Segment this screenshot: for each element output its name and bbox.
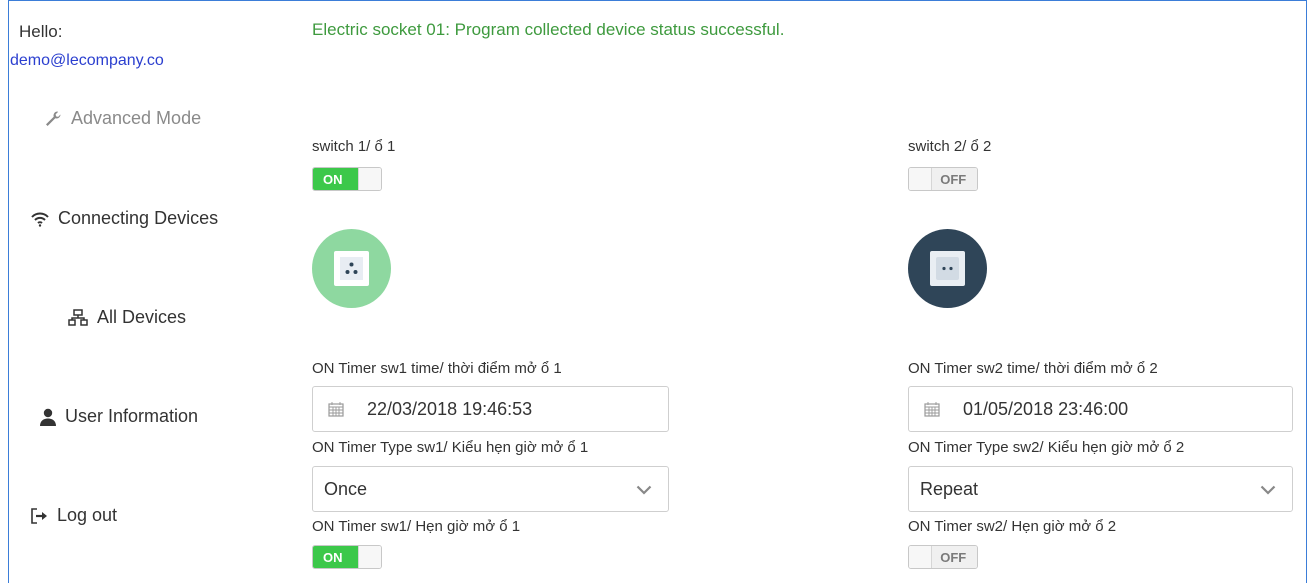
sidebar-item-label: Advanced Mode xyxy=(71,108,202,128)
timer-1-type-select[interactable]: Once xyxy=(312,466,669,512)
sidebar-item-log-out[interactable]: Log out xyxy=(30,505,117,526)
switch-1-label: switch 1/ ổ 1 xyxy=(312,138,396,155)
timer-2-type-value: Repeat xyxy=(920,478,979,499)
sidebar-item-user-information[interactable]: User Information xyxy=(40,406,198,427)
network-icon xyxy=(68,308,88,327)
sidebar-item-connecting-devices[interactable]: Connecting Devices xyxy=(31,208,218,229)
timer-2-time-value: 01/05/2018 23:46:00 xyxy=(963,398,1129,419)
status-message: Electric socket 01: Program collected de… xyxy=(312,20,785,39)
logout-icon xyxy=(30,507,48,524)
toggle-state-text: OFF xyxy=(932,168,977,190)
user-email: demo@lecompany.co xyxy=(10,52,164,69)
sidebar-item-label: Log out xyxy=(57,505,118,525)
timer-2-time-input[interactable]: 01/05/2018 23:46:00 xyxy=(908,386,1293,432)
wifi-icon xyxy=(31,211,49,227)
toggle-knob xyxy=(909,546,933,568)
timer-1-enable-toggle[interactable]: ON xyxy=(312,545,382,569)
sidebar-item-label: Connecting Devices xyxy=(58,208,219,228)
wrench-icon xyxy=(44,110,62,128)
chevron-down-icon xyxy=(1260,479,1276,500)
toggle-state-text: OFF xyxy=(932,546,977,568)
timer-1-type-label: ON Timer Type sw1/ Kiểu hẹn giờ mở ổ 1 xyxy=(312,439,589,456)
user-icon xyxy=(40,408,56,426)
greeting-label: Hello: xyxy=(19,22,63,41)
timer-1-time-value: 22/03/2018 19:46:53 xyxy=(367,398,533,419)
timer-1-enable-label: ON Timer sw1/ Hẹn giờ mở ổ 1 xyxy=(312,518,521,535)
socket-2-icon xyxy=(908,229,987,313)
calendar-icon xyxy=(313,401,359,417)
socket-1-icon xyxy=(312,229,391,313)
chevron-down-icon xyxy=(636,479,652,500)
timer-1-time-label: ON Timer sw1 time/ thời điểm mở ổ 1 xyxy=(312,360,562,377)
timer-2-type-select[interactable]: Repeat xyxy=(908,466,1293,512)
switch-2-toggle[interactable]: OFF xyxy=(908,167,978,191)
sidebar-item-label: User Information xyxy=(65,406,199,426)
timer-1-type-value: Once xyxy=(324,478,368,499)
toggle-knob xyxy=(357,546,381,568)
timer-2-enable-toggle[interactable]: OFF xyxy=(908,545,978,569)
sidebar-item-advanced-mode[interactable]: Advanced Mode xyxy=(44,108,201,129)
toggle-state-text: ON xyxy=(313,168,358,190)
toggle-knob xyxy=(909,168,933,190)
switch-1-toggle[interactable]: ON xyxy=(312,167,382,191)
sidebar-item-all-devices[interactable]: All Devices xyxy=(68,307,186,328)
timer-2-enable-label: ON Timer sw2/ Hẹn giờ mở ổ 2 xyxy=(908,518,1117,535)
sidebar-item-label: All Devices xyxy=(97,307,187,327)
calendar-icon xyxy=(909,401,955,417)
timer-2-time-label: ON Timer sw2 time/ thời điểm mở ổ 2 xyxy=(908,360,1158,377)
toggle-knob xyxy=(357,168,381,190)
timer-1-time-input[interactable]: 22/03/2018 19:46:53 xyxy=(312,386,669,432)
timer-2-type-label: ON Timer Type sw2/ Kiểu hẹn giờ mở ổ 2 xyxy=(908,439,1185,456)
toggle-state-text: ON xyxy=(313,546,358,568)
switch-2-label: switch 2/ ổ 2 xyxy=(908,138,992,155)
